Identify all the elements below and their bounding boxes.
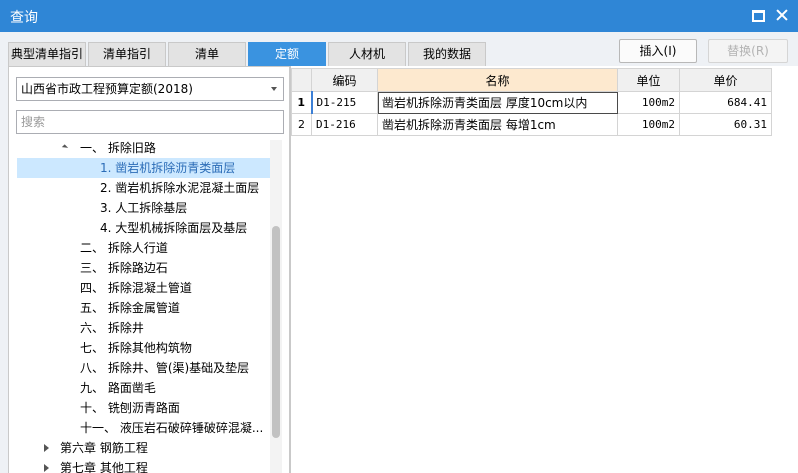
expand-arrow-icon[interactable] xyxy=(61,144,69,151)
row-number: 2 xyxy=(291,113,312,136)
tree-item[interactable]: 十一、 液压岩石破碎锤破碎混凝... xyxy=(17,418,270,438)
tree-item-label: 六、 拆除井 xyxy=(80,321,144,335)
tree-item[interactable]: 四、 拆除混凝土管道 xyxy=(17,278,270,298)
tree-item-label: 4. 大型机械拆除面层及基层 xyxy=(100,221,248,235)
tree-item-label: 五、 拆除金属管道 xyxy=(80,301,180,315)
tree-item-label: 十、 铣刨沥青路面 xyxy=(80,401,180,415)
tree-item[interactable]: 一、 拆除旧路 xyxy=(17,138,270,158)
cell-unit[interactable]: 100m2 xyxy=(617,113,680,136)
row-number: 1 xyxy=(291,91,312,114)
table-row[interactable]: 2 D1-216 凿岩机拆除沥青类面层 每增1cm 100m2 60.31 xyxy=(291,113,772,136)
tree-item-label: 三、 拆除路边石 xyxy=(80,261,168,275)
cell-name[interactable]: 凿岩机拆除沥青类面层 每增1cm xyxy=(377,113,618,136)
tab-typical-bill-guide[interactable]: 典型清单指引 xyxy=(8,42,86,66)
expand-arrow-icon[interactable] xyxy=(44,464,49,472)
cell-unit[interactable]: 100m2 xyxy=(617,91,680,114)
tab-bill-guide[interactable]: 清单指引 xyxy=(88,42,166,66)
tree-item[interactable]: 六、 拆除井 xyxy=(17,318,270,338)
table-header-row: 编码 名称 单位 单价 xyxy=(291,68,772,92)
tree-item-selected[interactable]: 1. 凿岩机拆除沥青类面层 xyxy=(17,158,270,178)
tree-scrollbar-thumb[interactable] xyxy=(272,226,280,438)
tree-item-label: 七、 拆除其他构筑物 xyxy=(80,341,192,355)
tree-item[interactable]: 十、 铣刨沥青路面 xyxy=(17,398,270,418)
tree-item-label: 八、 拆除井、管(渠)基础及垫层 xyxy=(80,361,250,375)
tree-item[interactable]: 第六章 钢筋工程 xyxy=(17,438,270,458)
tree-item[interactable]: 2. 凿岩机拆除水泥混凝土面层 xyxy=(17,178,270,198)
tree-item[interactable]: 七、 拆除其他构筑物 xyxy=(17,338,270,358)
tree-item-label: 十一、 液压岩石破碎锤破碎混凝... xyxy=(80,421,264,435)
cell-code[interactable]: D1-216 xyxy=(311,113,378,136)
tree-item[interactable]: 二、 拆除人行道 xyxy=(17,238,270,258)
expand-arrow-icon[interactable] xyxy=(44,444,49,452)
window-title: 查询 xyxy=(10,10,38,26)
cell-name[interactable]: 凿岩机拆除沥青类面层 厚度10cm以内 xyxy=(377,91,618,114)
tree-item[interactable]: 三、 拆除路边石 xyxy=(17,258,270,278)
title-bar: 查询 xyxy=(0,0,798,32)
row-number-header xyxy=(291,68,312,92)
quota-library-select[interactable]: 山西省市政工程预算定额(2018) xyxy=(16,77,284,101)
insert-button[interactable]: 插入(I) xyxy=(619,39,697,63)
quota-library-value: 山西省市政工程预算定额(2018) xyxy=(21,82,193,96)
cell-price[interactable]: 60.31 xyxy=(679,113,772,136)
tree-item[interactable]: 3. 人工拆除基层 xyxy=(17,198,270,218)
tree-item[interactable]: 八、 拆除井、管(渠)基础及垫层 xyxy=(17,358,270,378)
tree-item[interactable]: 九、 路面凿毛 xyxy=(17,378,270,398)
tree-item-label: 九、 路面凿毛 xyxy=(80,381,156,395)
table-row[interactable]: 1 D1-215 凿岩机拆除沥青类面层 厚度10cm以内 100m2 684.4… xyxy=(291,91,772,114)
tree-item-label: 二、 拆除人行道 xyxy=(80,241,168,255)
tree-item-label: 第六章 钢筋工程 xyxy=(60,441,148,455)
column-header-price[interactable]: 单价 xyxy=(679,68,772,92)
tree-item-label: 四、 拆除混凝土管道 xyxy=(80,281,192,295)
tree-item[interactable]: 第七章 其他工程 xyxy=(17,458,270,473)
maximize-icon[interactable] xyxy=(751,8,765,22)
tab-quota[interactable]: 定额 xyxy=(248,42,326,66)
replace-button[interactable]: 替换(R) xyxy=(708,39,788,63)
tab-labor-material-machine[interactable]: 人材机 xyxy=(328,42,406,66)
tab-divider xyxy=(8,66,290,67)
search-input[interactable] xyxy=(16,110,284,134)
tab-bill[interactable]: 清单 xyxy=(168,42,246,66)
column-header-unit[interactable]: 单位 xyxy=(617,68,680,92)
tree-item-label: 1. 凿岩机拆除沥青类面层 xyxy=(100,161,236,175)
tree-item-label: 2. 凿岩机拆除水泥混凝土面层 xyxy=(100,181,260,195)
tree-item[interactable]: 五、 拆除金属管道 xyxy=(17,298,270,318)
column-header-name[interactable]: 名称 xyxy=(377,68,618,92)
tree-item[interactable]: 4. 大型机械拆除面层及基层 xyxy=(17,218,270,238)
chevron-down-icon xyxy=(271,87,277,91)
tree-item-label: 一、 拆除旧路 xyxy=(80,141,156,155)
close-icon[interactable] xyxy=(775,8,789,22)
quota-table: 编码 名称 单位 单价 1 D1-215 凿岩机拆除沥青类面层 厚度10cm以内… xyxy=(291,68,772,136)
tree-item-label: 3. 人工拆除基层 xyxy=(100,201,188,215)
tab-my-data[interactable]: 我的数据 xyxy=(408,42,486,66)
cell-price[interactable]: 684.41 xyxy=(679,91,772,114)
column-header-code[interactable]: 编码 xyxy=(311,68,378,92)
cell-code[interactable]: D1-215 xyxy=(310,91,378,114)
tree-item-label: 第七章 其他工程 xyxy=(60,461,148,473)
